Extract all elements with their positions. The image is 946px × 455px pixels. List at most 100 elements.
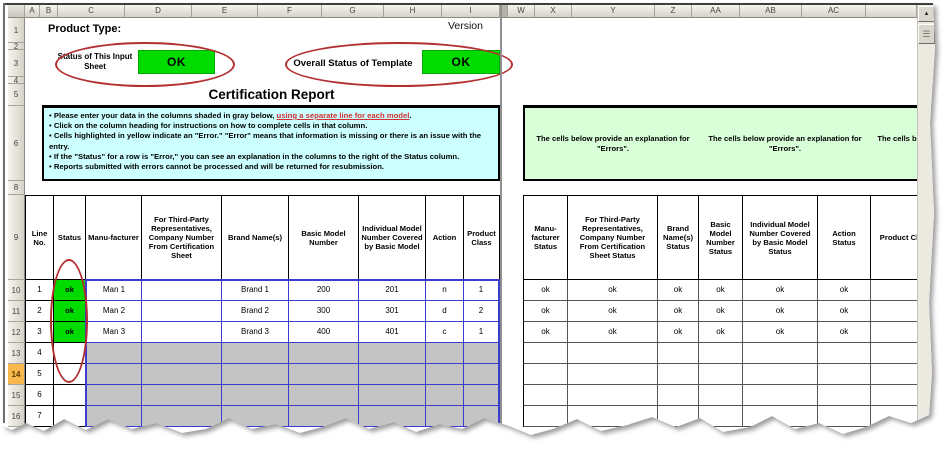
sheet-cell[interactable]	[698, 343, 742, 364]
sheet-cell[interactable]	[358, 385, 425, 406]
column-header-H[interactable]: H	[384, 5, 442, 18]
row-header-11[interactable]: 11	[8, 301, 25, 322]
column-header-I[interactable]: I	[442, 5, 500, 18]
sheet-cell[interactable]: 2	[25, 301, 53, 322]
sheet-cell[interactable]	[288, 406, 358, 427]
column-heading[interactable]: Manu-facturer	[85, 195, 141, 280]
row-header-13[interactable]: 13	[8, 343, 25, 364]
sheet-cell[interactable]: 200	[288, 280, 358, 301]
column-header-partial[interactable]	[866, 5, 917, 18]
sheet-cell[interactable]	[288, 364, 358, 385]
column-heading[interactable]: Line No.	[25, 195, 53, 280]
column-heading[interactable]: Product Class Status	[870, 195, 935, 280]
sheet-cell[interactable]: Man 1	[85, 280, 141, 301]
column-header-W[interactable]: W	[508, 5, 535, 18]
column-heading[interactable]: For Third-Party Representatives, Company…	[141, 195, 221, 280]
sheet-cell[interactable]: Man 3	[85, 322, 141, 343]
column-header-E[interactable]: E	[192, 5, 258, 18]
column-header-Y[interactable]: Y	[572, 5, 655, 18]
row-header-16[interactable]: 16	[8, 406, 25, 427]
sheet-cell[interactable]: 2	[463, 301, 500, 322]
sheet-cell[interactable]	[698, 406, 742, 427]
sheet-cell[interactable]: 1	[463, 322, 500, 343]
sheet-cell[interactable]: 7	[25, 406, 53, 427]
sheet-cell[interactable]	[141, 343, 221, 364]
sheet-cell[interactable]	[141, 301, 221, 322]
row-header-8[interactable]: 8	[8, 181, 25, 195]
sheet-cell[interactable]: ok	[657, 322, 698, 343]
sheet-cell[interactable]	[742, 385, 817, 406]
sheet-cell[interactable]: 300	[288, 301, 358, 322]
sheet-cell[interactable]	[657, 343, 698, 364]
row-header-12[interactable]: 12	[8, 322, 25, 343]
sheet-cell[interactable]	[698, 364, 742, 385]
sheet-cell[interactable]	[288, 343, 358, 364]
sheet-cell[interactable]: 301	[358, 301, 425, 322]
sheet-cell[interactable]: 4	[25, 343, 53, 364]
sheet-cell[interactable]	[742, 364, 817, 385]
sheet-cell[interactable]	[870, 364, 935, 385]
column-header-AB[interactable]: AB	[740, 5, 802, 18]
column-header-D[interactable]: D	[125, 5, 192, 18]
sheet-cell[interactable]	[870, 322, 935, 343]
row-header-4[interactable]: 4	[8, 77, 25, 84]
sheet-cell[interactable]: 6	[25, 385, 53, 406]
scrollbar-thumb[interactable]: ☰	[918, 24, 935, 44]
sheet-cell[interactable]: ok	[817, 322, 870, 343]
sheet-cell[interactable]: ok	[567, 322, 657, 343]
column-header-G[interactable]: G	[322, 5, 384, 18]
column-heading[interactable]: Action	[425, 195, 463, 280]
column-header-X[interactable]: X	[535, 5, 572, 18]
column-heading[interactable]: For Third-Party Representatives, Company…	[567, 195, 657, 280]
sheet-cell[interactable]	[463, 406, 500, 427]
sheet-cell[interactable]: 1	[463, 280, 500, 301]
row-header-9[interactable]: 9	[8, 195, 25, 280]
sheet-cell[interactable]: ok	[523, 301, 567, 322]
sheet-cell[interactable]	[425, 343, 463, 364]
column-heading[interactable]: Basic Model Number Status	[698, 195, 742, 280]
sheet-cell[interactable]: Brand 3	[221, 322, 288, 343]
scroll-up-arrow-icon[interactable]: ▲	[918, 6, 935, 22]
sheet-cell[interactable]	[53, 406, 85, 427]
sheet-cell[interactable]	[358, 364, 425, 385]
sheet-cell[interactable]	[742, 343, 817, 364]
sheet-cell[interactable]	[425, 364, 463, 385]
sheet-cell[interactable]	[817, 385, 870, 406]
sheet-cell[interactable]: ok	[817, 280, 870, 301]
sheet-cell[interactable]	[657, 385, 698, 406]
sheet-cell[interactable]: ok	[523, 322, 567, 343]
sheet-cell[interactable]	[463, 385, 500, 406]
row-header-14[interactable]: 14	[8, 364, 25, 385]
column-heading[interactable]: Individual Model Number Covered by Basic…	[742, 195, 817, 280]
column-header-B[interactable]: B	[40, 5, 58, 18]
column-heading[interactable]: Brand Name(s)	[221, 195, 288, 280]
sheet-cell[interactable]: 400	[288, 322, 358, 343]
sheet-cell[interactable]: Brand 1	[221, 280, 288, 301]
column-heading[interactable]: Product Class	[463, 195, 500, 280]
sheet-cell[interactable]	[657, 364, 698, 385]
sheet-cell[interactable]	[463, 343, 500, 364]
sheet-cell[interactable]	[425, 385, 463, 406]
column-header-A[interactable]: A	[25, 5, 40, 18]
vertical-scrollbar[interactable]: ▲ ☰	[917, 5, 935, 420]
sheet-cell[interactable]	[85, 364, 141, 385]
column-heading[interactable]: Basic Model Number	[288, 195, 358, 280]
sheet-cell[interactable]	[870, 280, 935, 301]
sheet-cell[interactable]	[221, 343, 288, 364]
sheet-cell[interactable]	[567, 406, 657, 427]
sheet-cell[interactable]	[870, 406, 935, 427]
sheet-cell[interactable]	[288, 385, 358, 406]
sheet-cell[interactable]	[141, 364, 221, 385]
sheet-cell[interactable]	[523, 364, 567, 385]
sheet-cell[interactable]: ok	[567, 301, 657, 322]
sheet-cell[interactable]: ok	[742, 322, 817, 343]
sheet-cell[interactable]	[817, 343, 870, 364]
column-header-Z[interactable]: Z	[655, 5, 692, 18]
sheet-cell[interactable]	[141, 322, 221, 343]
sheet-cell[interactable]	[141, 406, 221, 427]
sheet-cell[interactable]: ok	[567, 280, 657, 301]
sheet-cell[interactable]: ok	[698, 301, 742, 322]
column-header-F[interactable]: F	[258, 5, 322, 18]
sheet-cell[interactable]	[221, 385, 288, 406]
sheet-cell[interactable]	[870, 301, 935, 322]
